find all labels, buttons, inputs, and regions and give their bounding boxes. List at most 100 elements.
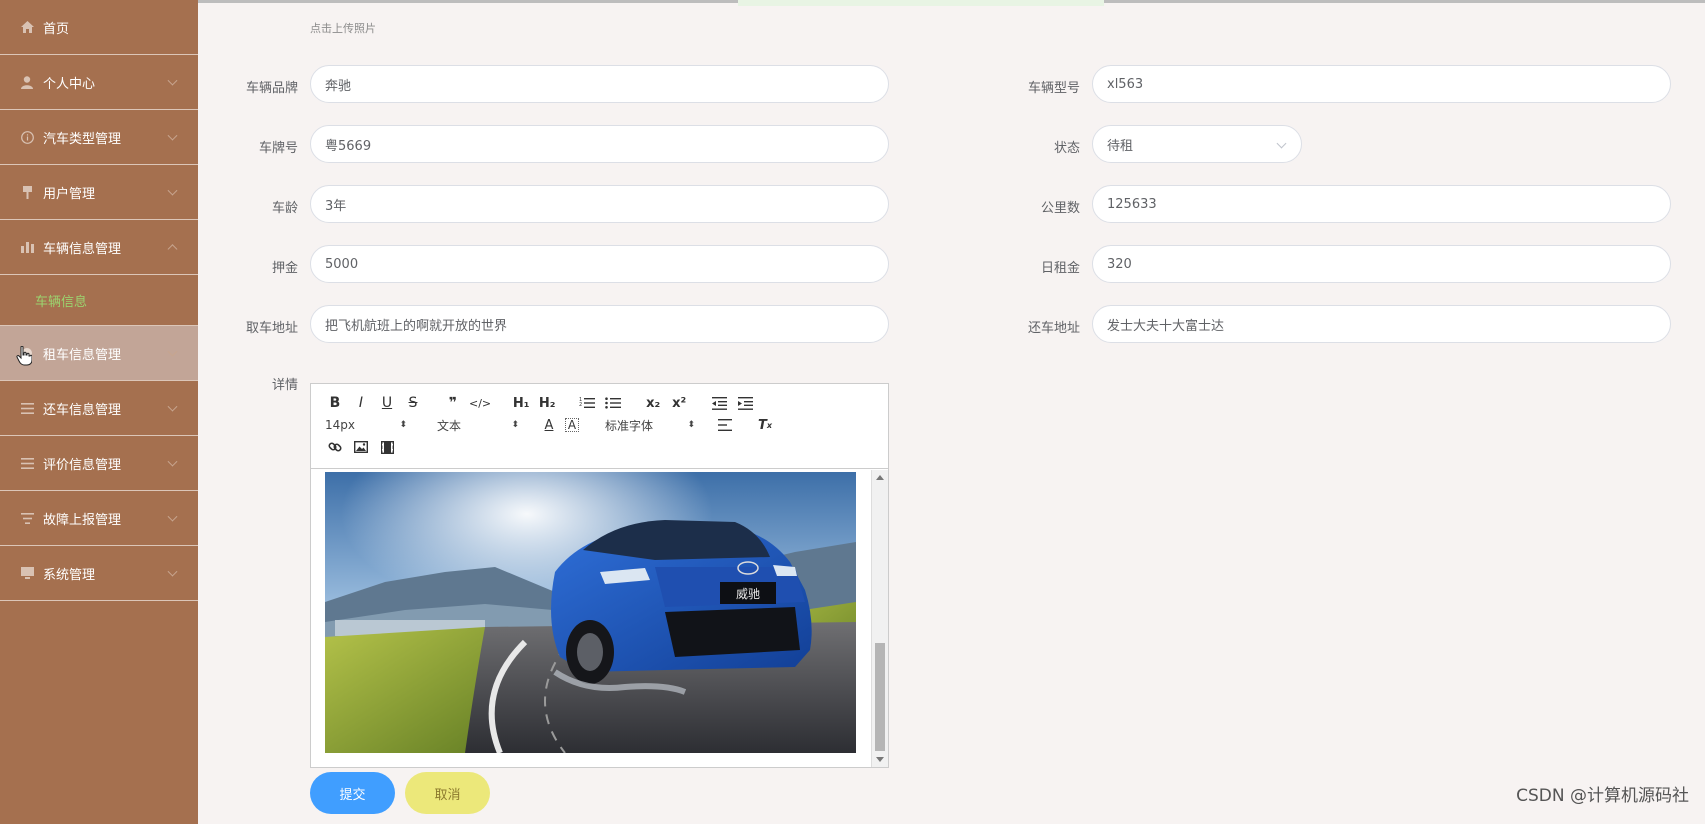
chevron-down-icon <box>167 130 178 141</box>
model-label: 车辆型号 <box>1027 81 1080 96</box>
submit-button[interactable]: 提交 <box>310 772 395 814</box>
updown-arrow-icon: ⬍ <box>399 420 407 430</box>
age-value: 3年 <box>325 198 347 214</box>
sidebar-item-system-management[interactable]: 系统管理 <box>0 546 198 601</box>
code-icon[interactable]: </> <box>469 393 491 413</box>
italic-icon[interactable]: I <box>351 393 371 413</box>
svg-text:2: 2 <box>579 402 582 408</box>
status-select[interactable]: 待租 <box>1092 125 1302 163</box>
heading-2-icon[interactable]: H₂ <box>537 393 557 413</box>
return-address-input[interactable]: 发士大夫十大富士达 <box>1092 305 1671 343</box>
font-family-picker[interactable]: 标准字体 ⬍ <box>605 417 695 434</box>
sidebar-item-home[interactable]: 首页 <box>0 0 198 55</box>
status-value: 待租 <box>1107 138 1134 154</box>
hand-cursor-icon <box>16 346 32 366</box>
sidebar-item-label: 租车信息管理 <box>43 347 122 363</box>
age-input[interactable]: 3年 <box>310 185 889 223</box>
sidebar-item-fault-report-management[interactable]: 故障上报管理 <box>0 491 198 546</box>
return-address-value: 发士大夫十大富士达 <box>1107 318 1225 334</box>
strike-icon[interactable]: S <box>403 393 423 413</box>
scrollbar-thumb[interactable] <box>875 643 885 751</box>
superscript-icon[interactable]: x² <box>669 393 689 413</box>
sidebar-item-label: 故障上报管理 <box>43 512 122 528</box>
background-color-icon[interactable]: A <box>565 418 579 432</box>
filter-icon <box>20 511 34 525</box>
sidebar-subitem-label: 车辆信息 <box>35 294 88 310</box>
home-icon <box>20 20 34 34</box>
bold-icon[interactable]: B <box>325 393 345 413</box>
detail-label: 详情 <box>271 378 298 393</box>
editor-scrollbar[interactable] <box>871 470 888 767</box>
quote-icon[interactable]: ❞ <box>443 393 463 413</box>
sidebar-item-label: 汽车类型管理 <box>43 131 122 147</box>
plate-input[interactable]: 粤5669 <box>310 125 889 163</box>
font-family-value: 标准字体 <box>605 418 654 433</box>
chevron-up-icon <box>167 244 178 255</box>
deposit-input[interactable]: 5000 <box>310 245 889 283</box>
status-label: 状态 <box>1053 141 1080 156</box>
deposit-value: 5000 <box>325 256 359 272</box>
sidebar-item-vehicle-info-management[interactable]: 车辆信息管理 <box>0 220 198 275</box>
scroll-down-icon[interactable] <box>876 757 884 762</box>
user-icon <box>20 75 34 89</box>
block-format-picker[interactable]: 文本 ⬍ <box>437 417 519 434</box>
chevron-down-icon <box>167 456 178 467</box>
sidebar-item-label: 用户管理 <box>43 186 96 202</box>
editor-toolbar: B I U S ❞ </> H₁ H₂ 12 x₂ x² 14px ⬍ 文本 ⬍… <box>311 384 888 469</box>
brand-value: 奔驰 <box>325 78 352 94</box>
sidebar-item-personal-center[interactable]: 个人中心 <box>0 55 198 110</box>
pickup-address-value: 把飞机航班上的啊就开放的世界 <box>325 318 508 334</box>
pickup-address-input[interactable]: 把飞机航班上的啊就开放的世界 <box>310 305 889 343</box>
chevron-down-icon <box>167 75 178 86</box>
cancel-button[interactable]: 取消 <box>405 772 490 814</box>
pickup-address-label: 取车地址 <box>245 321 298 336</box>
scroll-up-icon[interactable] <box>876 475 884 480</box>
clear-format-icon[interactable]: Tx <box>755 415 775 435</box>
block-format-value: 文本 <box>437 418 462 433</box>
daily-rent-value: 320 <box>1107 256 1132 272</box>
editor-content[interactable]: 威驰 <box>311 470 888 767</box>
upload-photo-hint[interactable]: 点击上传照片 <box>310 20 376 36</box>
sidebar-item-car-type[interactable]: 汽车类型管理 <box>0 110 198 165</box>
image-icon[interactable] <box>351 437 371 457</box>
brand-input[interactable]: 奔驰 <box>310 65 889 103</box>
bullet-list-icon[interactable] <box>603 393 623 413</box>
heading-1-icon[interactable]: H₁ <box>511 393 531 413</box>
link-icon[interactable] <box>325 437 345 457</box>
car-image: 威驰 <box>325 472 856 753</box>
mileage-input[interactable]: 125633 <box>1092 185 1671 223</box>
sidebar-item-label: 还车信息管理 <box>43 402 122 418</box>
font-size-value: 14px <box>325 418 355 432</box>
plate-value: 粤5669 <box>325 138 372 154</box>
sidebar-item-return-info-management[interactable]: 还车信息管理 <box>0 381 198 436</box>
csdn-watermark: CSDN @计算机源码社 <box>1516 786 1689 806</box>
monitor-icon <box>20 566 34 580</box>
brand-label: 车辆品牌 <box>245 81 298 96</box>
sidebar-item-label: 评价信息管理 <box>43 457 122 473</box>
sidebar-item-user-management[interactable]: 用户管理 <box>0 165 198 220</box>
text-color-icon[interactable]: A <box>539 415 559 435</box>
video-icon[interactable] <box>377 437 397 457</box>
model-input[interactable]: xl563 <box>1092 65 1671 103</box>
subscript-icon[interactable]: x₂ <box>643 393 663 413</box>
chevron-down-icon <box>167 401 178 412</box>
sidebar-subitem-vehicle-info[interactable]: 车辆信息 <box>0 275 198 326</box>
align-icon[interactable] <box>715 415 735 435</box>
plate-label: 车牌号 <box>258 141 298 156</box>
updown-arrow-icon: ⬍ <box>687 420 695 430</box>
mileage-value: 125633 <box>1107 196 1157 212</box>
daily-rent-input[interactable]: 320 <box>1092 245 1671 283</box>
underline-icon[interactable]: U <box>377 393 397 413</box>
sidebar: 首页 个人中心 汽车类型管理 用户管理 车辆信息管理 车辆信息 租车信息管理 还… <box>0 0 198 824</box>
ordered-list-icon[interactable]: 12 <box>577 393 597 413</box>
info-icon <box>20 130 34 144</box>
return-address-label: 还车地址 <box>1027 321 1080 336</box>
rich-text-editor[interactable]: B I U S ❞ </> H₁ H₂ 12 x₂ x² 14px ⬍ 文本 ⬍… <box>310 383 889 768</box>
sidebar-item-review-info-management[interactable]: 评价信息管理 <box>0 436 198 491</box>
chevron-down-icon <box>1276 138 1287 149</box>
font-size-picker[interactable]: 14px ⬍ <box>325 418 407 432</box>
sidebar-item-label: 车辆信息管理 <box>43 241 122 257</box>
indent-icon[interactable] <box>735 393 755 413</box>
toolbar-row-3 <box>325 436 874 458</box>
outdent-icon[interactable] <box>709 393 729 413</box>
